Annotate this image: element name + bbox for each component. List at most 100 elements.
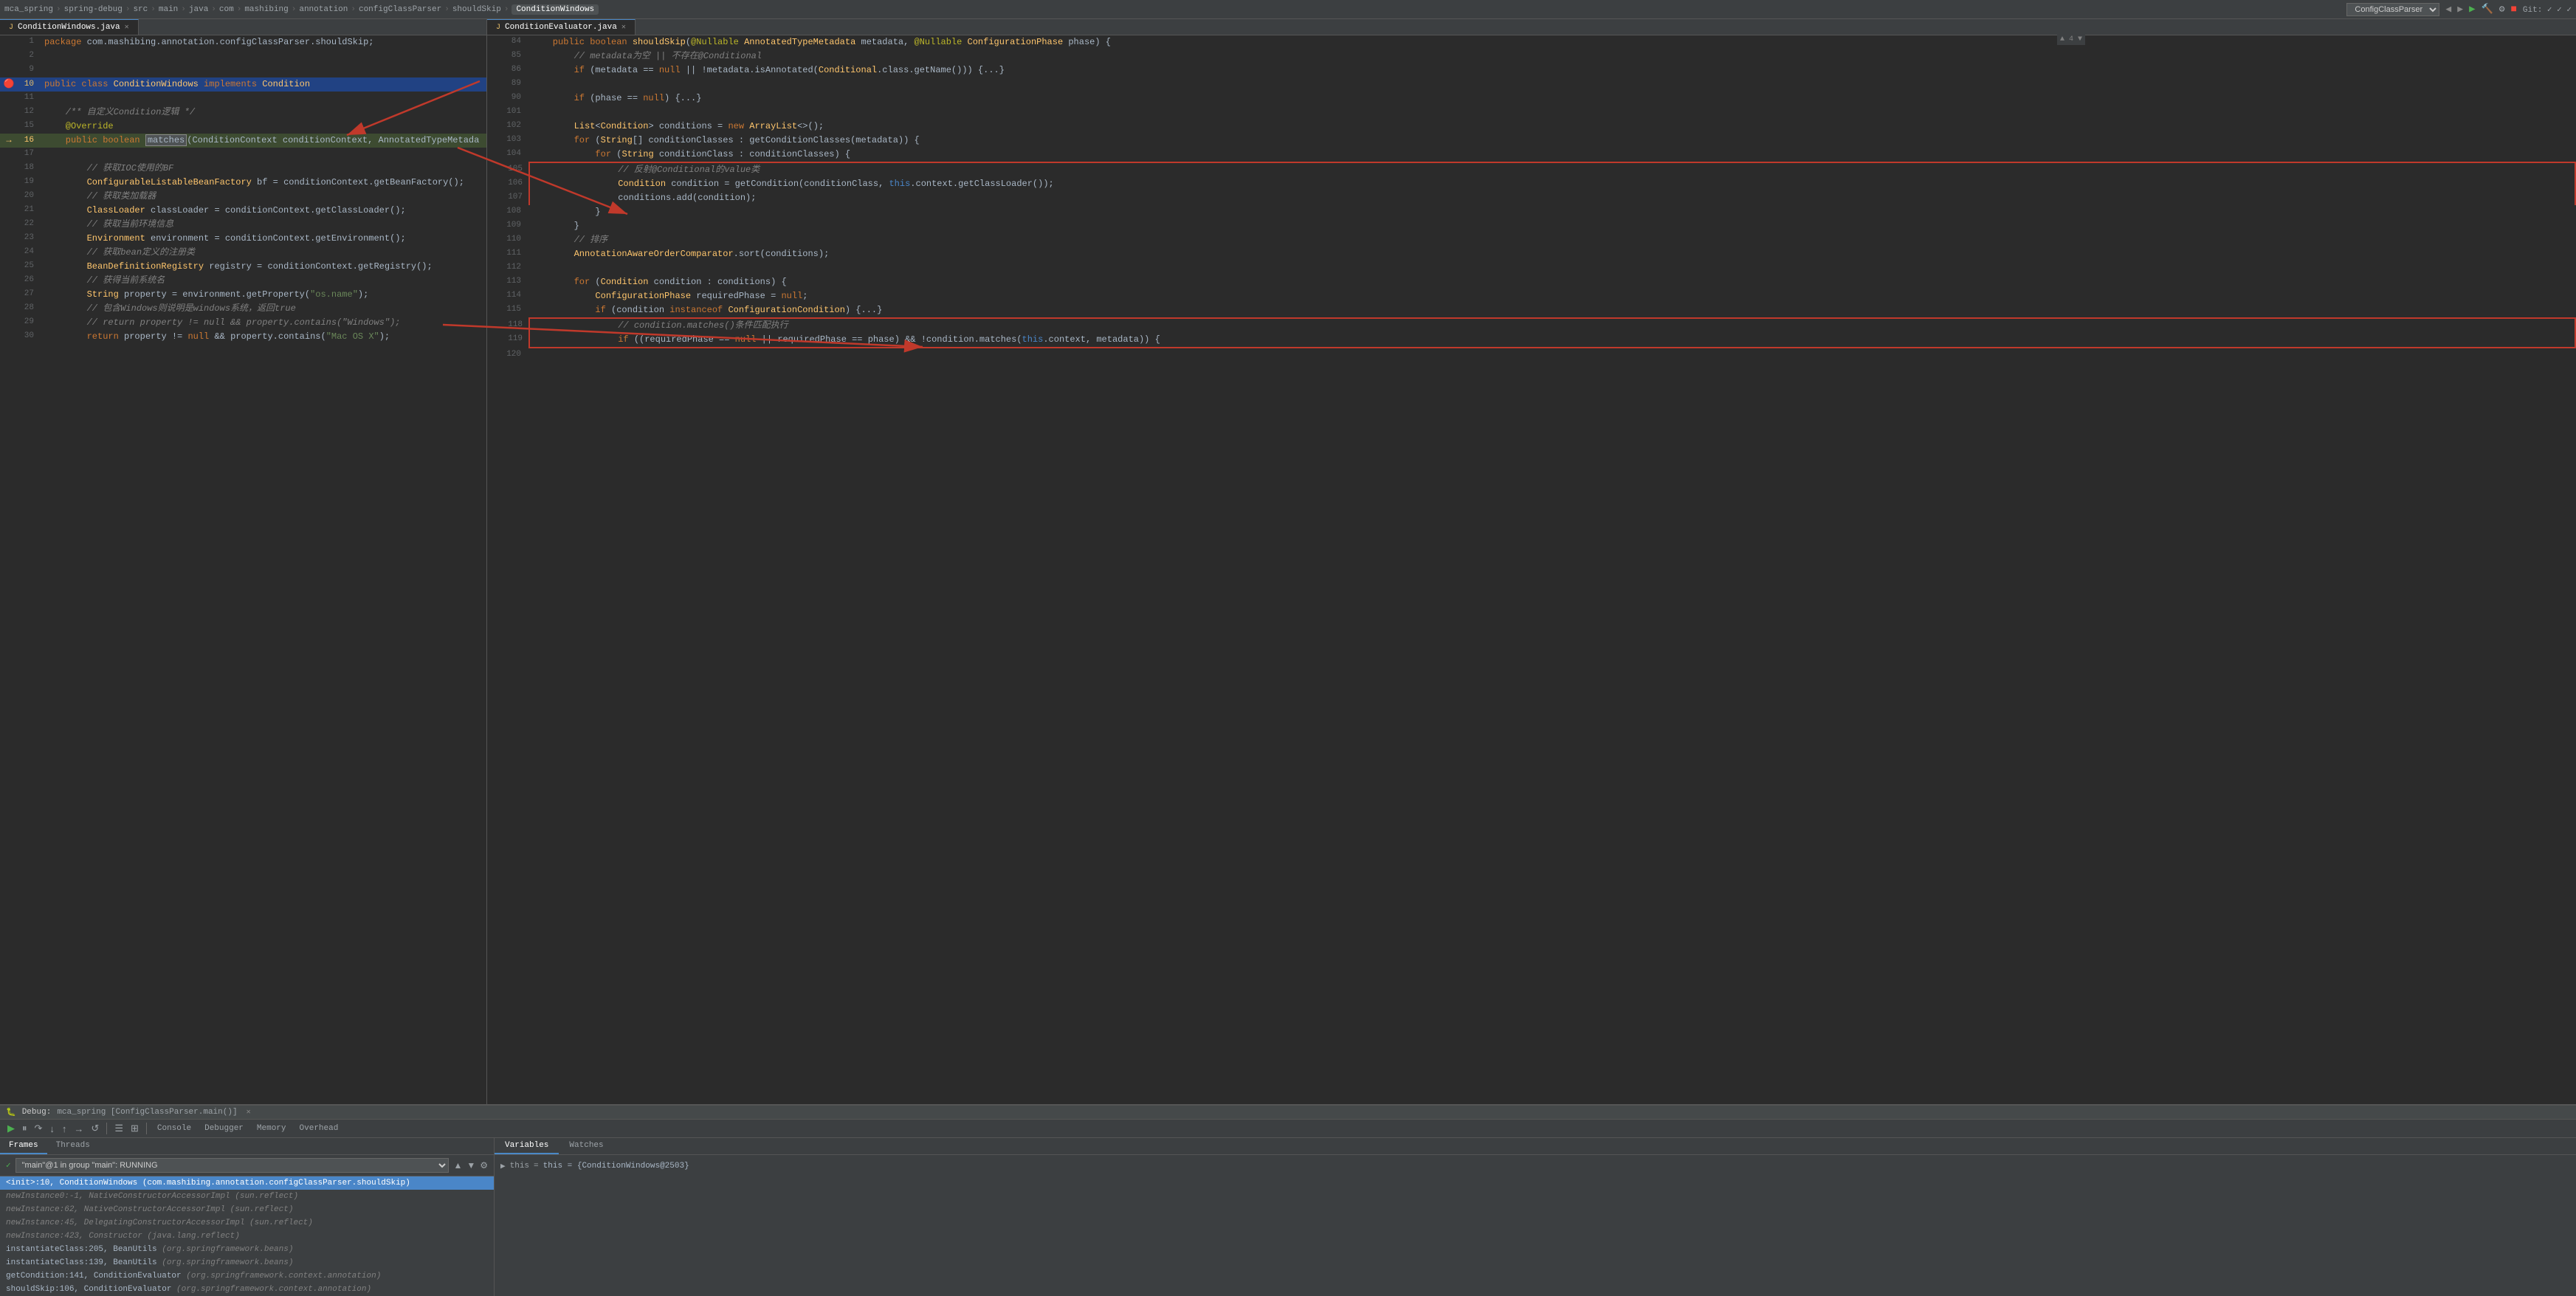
right-line-103: 103 for (String[] conditionClasses : get… bbox=[487, 134, 2576, 148]
thread-dropdown[interactable]: "main"@1 in group "main": RUNNING bbox=[16, 1158, 450, 1173]
line-28-content: // 包含Windows则说明是windows系统，返回true bbox=[44, 302, 483, 315]
matches-highlight: matches bbox=[145, 134, 187, 146]
right-line-85: 85 // metadata为空 || 不存在@Conditional bbox=[487, 49, 2576, 63]
breadcrumb-conditionwindows[interactable]: ConditionWindows bbox=[512, 4, 599, 15]
config-selector[interactable]: ConfigClassParser bbox=[2346, 3, 2439, 16]
tab-conditionevaluator-label: ConditionEvaluator.java bbox=[505, 23, 617, 32]
debug-step-over-btn[interactable]: ↷ bbox=[32, 1121, 46, 1136]
right-line-114: 114 ConfigurationPhase requiredPhase = n… bbox=[487, 289, 2576, 303]
frames-list[interactable]: <init>:10, ConditionWindows (com.mashibi… bbox=[0, 1176, 494, 1296]
debug-rerun-btn[interactable]: ↺ bbox=[88, 1121, 102, 1136]
right-line-104-content: for (String conditionClass : conditionCl… bbox=[531, 148, 2573, 161]
frame-item-5[interactable]: instantiateClass:205, BeanUtils (org.spr… bbox=[0, 1243, 494, 1256]
breadcrumb-mca-spring[interactable]: mca_spring bbox=[4, 5, 53, 14]
right-line-104: 104 for (String conditionClass : conditi… bbox=[487, 148, 2576, 162]
thread-up-btn[interactable]: ▲ bbox=[453, 1160, 462, 1171]
thread-filter-btn[interactable]: ⚙ bbox=[480, 1160, 488, 1171]
right-line-86-content: if (metadata == null || !metadata.isAnno… bbox=[531, 63, 2573, 77]
code-line-16: → 16 public boolean matches(ConditionCon… bbox=[0, 134, 486, 148]
debug-list-btn[interactable]: ☰ bbox=[111, 1121, 126, 1136]
variables-tab-variables[interactable]: Variables bbox=[495, 1138, 559, 1154]
code-line-17: 17 bbox=[0, 148, 486, 162]
debug-resume-btn[interactable]: ▶ bbox=[4, 1121, 18, 1136]
tab-conditionevaluator-close[interactable]: ✕ bbox=[621, 23, 626, 32]
variables-tab-watches[interactable]: Watches bbox=[559, 1138, 613, 1154]
right-code-area[interactable]: 84 public boolean shouldSkip(@Nullable A… bbox=[487, 35, 2576, 1104]
debugger-tab[interactable]: Debugger bbox=[199, 1124, 249, 1133]
debug-step-into-btn[interactable]: ↓ bbox=[47, 1122, 58, 1136]
var-expand-this[interactable]: ▶ bbox=[500, 1161, 506, 1171]
frame-item-2[interactable]: newInstance:62, NativeConstructorAccesso… bbox=[0, 1203, 494, 1216]
frame-item-0[interactable]: <init>:10, ConditionWindows (com.mashibi… bbox=[0, 1176, 494, 1190]
right-line-119-content: if ((requiredPhase == null || requiredPh… bbox=[533, 333, 2572, 346]
line-12-content: /** 自定义Condition逻辑 */ bbox=[44, 106, 483, 119]
right-line-120: 120 bbox=[487, 348, 2576, 362]
line-23-content: Environment environment = conditionConte… bbox=[44, 232, 483, 245]
debug-run-cursor-btn[interactable]: → bbox=[71, 1122, 86, 1136]
code-line-10: 🔴 10 public class ConditionWindows imple… bbox=[0, 77, 486, 92]
debug-step-out-btn[interactable]: ↑ bbox=[59, 1122, 70, 1136]
right-line-106-content: Condition condition = getCondition(condi… bbox=[533, 177, 2572, 190]
build-button[interactable]: 🔨 bbox=[2482, 4, 2493, 15]
overhead-tab[interactable]: Overhead bbox=[294, 1124, 345, 1133]
line-27-content: String property = environment.getPropert… bbox=[44, 288, 483, 301]
gutter-breakpoint-10[interactable]: 🔴 bbox=[3, 77, 15, 91]
console-tab[interactable]: Console bbox=[151, 1124, 197, 1133]
frame-2-label: newInstance:62, NativeConstructorAccesso… bbox=[6, 1205, 293, 1214]
code-line-27: 27 String property = environment.getProp… bbox=[0, 288, 486, 302]
frame-7-label: getCondition:141, ConditionEvaluator (or… bbox=[6, 1272, 381, 1281]
right-line-101: 101 bbox=[487, 106, 2576, 120]
frame-item-3[interactable]: newInstance:45, DelegatingConstructorAcc… bbox=[0, 1216, 494, 1230]
left-code-area[interactable]: 1 package com.mashibing.annotation.confi… bbox=[0, 35, 486, 1104]
breadcrumb-shouldskip[interactable]: shouldSkip bbox=[452, 5, 501, 14]
frame-5-label: instantiateClass:205, BeanUtils (org.spr… bbox=[6, 1245, 293, 1254]
line-15-content: @Override bbox=[44, 120, 483, 133]
var-equals: = bbox=[534, 1162, 539, 1171]
right-line-110: 110 // 排序 bbox=[487, 233, 2576, 247]
right-line-118: 118 // condition.matches()条件匹配执行 bbox=[489, 319, 2575, 333]
stop-button[interactable]: ■ bbox=[2511, 4, 2517, 15]
left-tab-group: J ConditionWindows.java ✕ bbox=[0, 19, 487, 35]
debug-pause-btn[interactable]: ⏸ bbox=[19, 1121, 30, 1136]
nav-left-icon[interactable]: ◀ bbox=[2445, 4, 2451, 15]
breadcrumb-java[interactable]: java bbox=[189, 5, 208, 14]
debug-layout-btn[interactable]: ⊞ bbox=[128, 1121, 142, 1136]
tab-conditionwindows-close[interactable]: ✕ bbox=[125, 23, 129, 32]
breadcrumb-mashibing[interactable]: mashibing bbox=[244, 5, 288, 14]
frame-item-4[interactable]: newInstance:423, Constructor (java.lang.… bbox=[0, 1230, 494, 1243]
nav-right-icon[interactable]: ▶ bbox=[2457, 4, 2463, 15]
right-line-115: 115 if (condition instanceof Configurati… bbox=[487, 303, 2576, 317]
memory-tab[interactable]: Memory bbox=[251, 1124, 292, 1133]
debug-close-btn[interactable]: ✕ bbox=[247, 1108, 251, 1117]
breadcrumb-annotation[interactable]: annotation bbox=[299, 5, 348, 14]
breadcrumb-spring-debug[interactable]: spring-debug bbox=[64, 5, 123, 14]
run-button[interactable]: ▶ bbox=[2469, 3, 2475, 15]
frames-tab-threads[interactable]: Threads bbox=[47, 1138, 99, 1154]
right-line-112: 112 bbox=[487, 261, 2576, 275]
code-line-15: 15 @Override bbox=[0, 120, 486, 134]
tab-conditionevaluator[interactable]: J ConditionEvaluator.java ✕ bbox=[487, 19, 636, 35]
java-file-icon-2: J bbox=[496, 24, 500, 32]
line-25-content: BeanDefinitionRegistry registry = condit… bbox=[44, 260, 483, 273]
breadcrumb-src[interactable]: src bbox=[133, 5, 148, 14]
right-line-114-content: ConfigurationPhase requiredPhase = null; bbox=[531, 289, 2573, 303]
line-30-content: return property != null && property.cont… bbox=[44, 330, 483, 343]
frame-item-1[interactable]: newInstance0:-1, NativeConstructorAccess… bbox=[0, 1190, 494, 1203]
gutter-arrow-16: → bbox=[3, 134, 15, 147]
code-line-2: 2 bbox=[0, 49, 486, 63]
right-line-110-content: // 排序 bbox=[531, 233, 2573, 247]
breadcrumb-main[interactable]: main bbox=[159, 5, 178, 14]
frame-item-7[interactable]: getCondition:141, ConditionEvaluator (or… bbox=[0, 1269, 494, 1283]
sync-button[interactable]: ⚙ bbox=[2499, 4, 2505, 15]
right-line-86: 86 if (metadata == null || !metadata.isA… bbox=[487, 63, 2576, 77]
variables-content: ▶ this = this = {ConditionWindows@2503} bbox=[495, 1155, 2576, 1296]
breadcrumb-com[interactable]: com bbox=[219, 5, 234, 14]
thread-down-btn[interactable]: ▼ bbox=[466, 1160, 475, 1171]
frames-tab-frames[interactable]: Frames bbox=[0, 1138, 47, 1154]
breadcrumb-configclassparser[interactable]: configClassParser bbox=[359, 5, 441, 14]
frame-item-8[interactable]: shouldSkip:106, ConditionEvaluator (org.… bbox=[0, 1283, 494, 1296]
right-line-85-content: // metadata为空 || 不存在@Conditional bbox=[531, 49, 2573, 63]
code-line-20: 20 // 获取类加载器 bbox=[0, 190, 486, 204]
tab-conditionwindows[interactable]: J ConditionWindows.java ✕ bbox=[0, 19, 139, 35]
frame-item-6[interactable]: instantiateClass:139, BeanUtils (org.spr… bbox=[0, 1256, 494, 1269]
